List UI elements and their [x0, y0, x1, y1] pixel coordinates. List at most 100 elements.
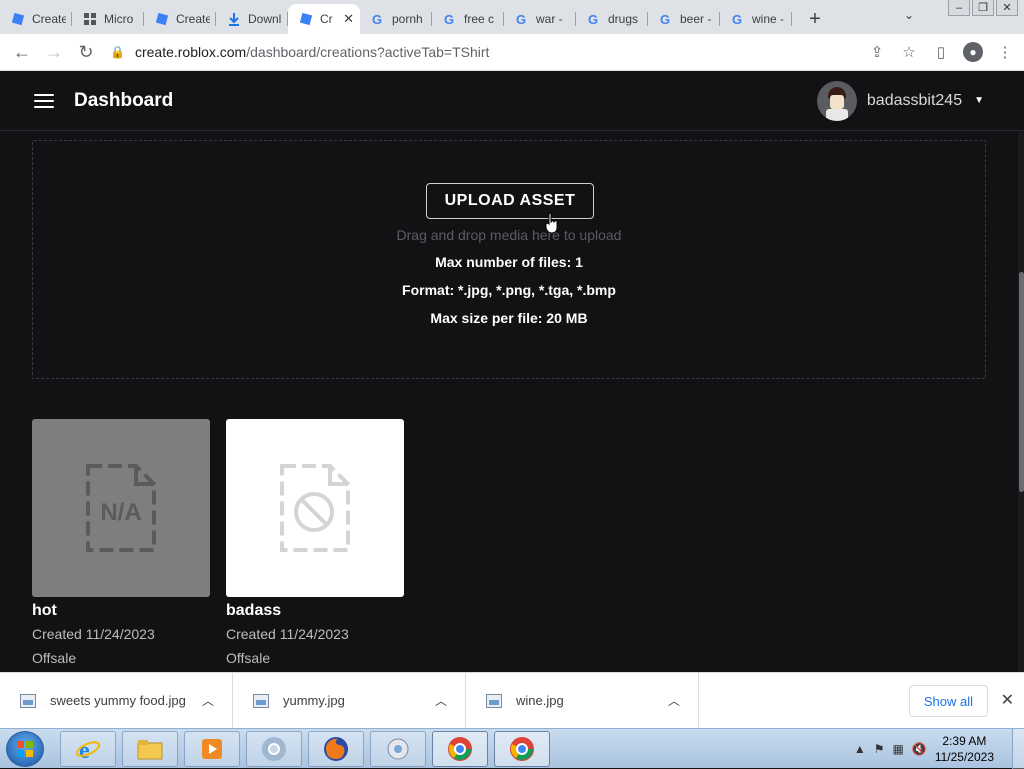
taskbar-chrome-pinned[interactable]	[246, 731, 302, 767]
taskbar-app[interactable]	[370, 731, 426, 767]
close-tab-icon[interactable]: ✕	[343, 11, 354, 27]
share-icon[interactable]: ⇪	[864, 39, 890, 65]
upload-dropzone[interactable]: UPLOAD ASSET Drag and drop media here to…	[32, 140, 986, 379]
taskbar-media-player[interactable]	[184, 731, 240, 767]
creation-thumbnail[interactable]	[226, 419, 404, 597]
hamburger-menu-icon[interactable]	[34, 93, 54, 108]
dashboard-header: Dashboard badassbit245 ▼	[0, 71, 1024, 131]
user-menu[interactable]: badassbit245 ▼	[816, 80, 984, 121]
google-icon: G	[586, 11, 602, 27]
google-icon: G	[442, 11, 458, 27]
creations-main: UPLOAD ASSET Drag and drop media here to…	[0, 132, 1018, 672]
action-center-icon[interactable]: ⚑	[874, 742, 885, 756]
taskbar-chrome-window-1[interactable]	[432, 731, 488, 767]
download-item[interactable]: yummy.jpg ︿	[233, 672, 466, 729]
chevron-up-icon[interactable]: ︿	[668, 692, 680, 709]
page-title: Dashboard	[74, 89, 174, 111]
download-filename[interactable]: sweets yummy food.jpg	[50, 693, 186, 708]
close-window-button[interactable]: ✕	[996, 0, 1018, 16]
menu-dots-icon[interactable]: ⋮	[992, 39, 1018, 65]
lock-icon[interactable]: 🔒	[110, 45, 125, 59]
forward-arrow-icon[interactable]: →	[38, 36, 70, 68]
start-button[interactable]	[6, 731, 44, 767]
internet-explorer-icon: e	[75, 738, 101, 762]
url-host: create.roblox.com	[134, 44, 247, 60]
microsoft-icon	[82, 11, 98, 27]
tray-expand-icon[interactable]: ▲	[854, 742, 866, 756]
username[interactable]: badassbit245	[867, 92, 962, 110]
creation-card-hot[interactable]: N/A hot Created 11/24/2023 Offsale	[32, 419, 210, 666]
close-icon[interactable]: ✕	[1001, 690, 1014, 710]
show-all-button[interactable]: Show all	[908, 685, 988, 717]
bookmark-star-icon[interactable]: ☆	[896, 39, 922, 65]
image-file-icon	[20, 693, 36, 708]
tab-google-5[interactable]: G beer -	[648, 4, 720, 34]
browser-tab-strip: Create Micro Create Downl Cr ✕ G pornh G…	[0, 0, 1024, 34]
tab-downloads[interactable]: Downl	[216, 4, 288, 34]
tab-create-1[interactable]: Create	[0, 4, 72, 34]
google-icon: G	[658, 11, 674, 27]
roblox-icon	[298, 11, 314, 27]
tab-google-3[interactable]: G war -	[504, 4, 576, 34]
browser-toolbar: ← → ↻ 🔒 create.roblox.com/dashboard/crea…	[0, 34, 1024, 71]
creations-grid: N/A hot Created 11/24/2023 Offsale badas…	[32, 419, 404, 666]
svg-text:N/A: N/A	[100, 499, 141, 526]
side-panel-icon[interactable]: ▯	[928, 39, 954, 65]
tab-creations-active[interactable]: Cr ✕	[288, 4, 360, 34]
svg-text:G: G	[660, 12, 670, 26]
tab-title: free c	[464, 12, 495, 26]
taskbar-clock[interactable]: 2:39 AM 11/25/2023	[935, 733, 994, 765]
tab-title: beer -	[680, 12, 712, 26]
creation-name[interactable]: badass	[226, 602, 404, 620]
new-tab-button[interactable]: +	[800, 4, 830, 34]
tab-microsoft[interactable]: Micro	[72, 4, 144, 34]
profile-icon[interactable]: ●	[960, 39, 986, 65]
taskbar-explorer[interactable]	[122, 731, 178, 767]
page-scrollbar[interactable]	[1018, 132, 1024, 672]
show-desktop-button[interactable]	[1012, 729, 1024, 769]
tab-title: Create	[176, 12, 210, 26]
taskbar-chrome-window-2[interactable]	[494, 731, 550, 767]
minimize-button[interactable]: –	[948, 0, 970, 16]
firefox-icon	[324, 737, 348, 761]
tab-google-4[interactable]: G drugs	[576, 4, 648, 34]
network-icon[interactable]: ▦	[893, 742, 904, 756]
scrollbar-thumb[interactable]	[1019, 272, 1024, 492]
tab-google-1[interactable]: G pornh	[360, 4, 432, 34]
clock-date: 11/25/2023	[934, 750, 994, 764]
tab-title: drugs	[608, 12, 639, 26]
volume-muted-icon[interactable]: 🔇	[912, 742, 927, 756]
download-item[interactable]: wine.jpg ︿	[466, 672, 699, 729]
address-bar[interactable]: 🔒 create.roblox.com/dashboard/creations?…	[110, 37, 840, 67]
reload-icon[interactable]: ↻	[70, 36, 102, 68]
tab-google-2[interactable]: G free c	[432, 4, 504, 34]
chrome-icon	[448, 737, 472, 761]
tab-google-6[interactable]: G wine -	[720, 4, 792, 34]
taskbar-firefox[interactable]	[308, 731, 364, 767]
avatar[interactable]	[816, 80, 857, 121]
creation-card-badass[interactable]: badass Created 11/24/2023 Offsale	[226, 419, 404, 666]
dropzone-hint: Drag and drop media here to upload	[396, 227, 622, 243]
roblox-icon	[10, 11, 26, 27]
download-icon	[226, 11, 242, 27]
max-size-text: Max size per file: 20 MB	[430, 310, 588, 326]
svg-text:G: G	[516, 12, 526, 26]
upload-asset-button[interactable]: UPLOAD ASSET	[426, 183, 594, 219]
tab-search-chevron-icon[interactable]: ⌄	[904, 8, 914, 22]
media-player-icon	[202, 739, 222, 759]
hand-cursor-icon	[545, 212, 558, 234]
restore-button[interactable]: ❐	[972, 0, 994, 16]
chevron-up-icon[interactable]: ︿	[202, 692, 214, 709]
back-arrow-icon[interactable]: ←	[6, 36, 38, 68]
creation-thumbnail[interactable]: N/A	[32, 419, 210, 597]
folder-icon	[137, 740, 163, 760]
creation-name[interactable]: hot	[32, 602, 210, 620]
caret-down-icon[interactable]: ▼	[974, 95, 984, 106]
svg-text:G: G	[588, 12, 598, 26]
download-filename[interactable]: wine.jpg	[516, 693, 564, 708]
taskbar-ie[interactable]: e	[60, 731, 116, 767]
chevron-up-icon[interactable]: ︿	[435, 692, 447, 709]
tab-create-2[interactable]: Create	[144, 4, 216, 34]
download-item[interactable]: sweets yummy food.jpg ︿	[0, 672, 233, 729]
download-filename[interactable]: yummy.jpg	[283, 693, 345, 708]
